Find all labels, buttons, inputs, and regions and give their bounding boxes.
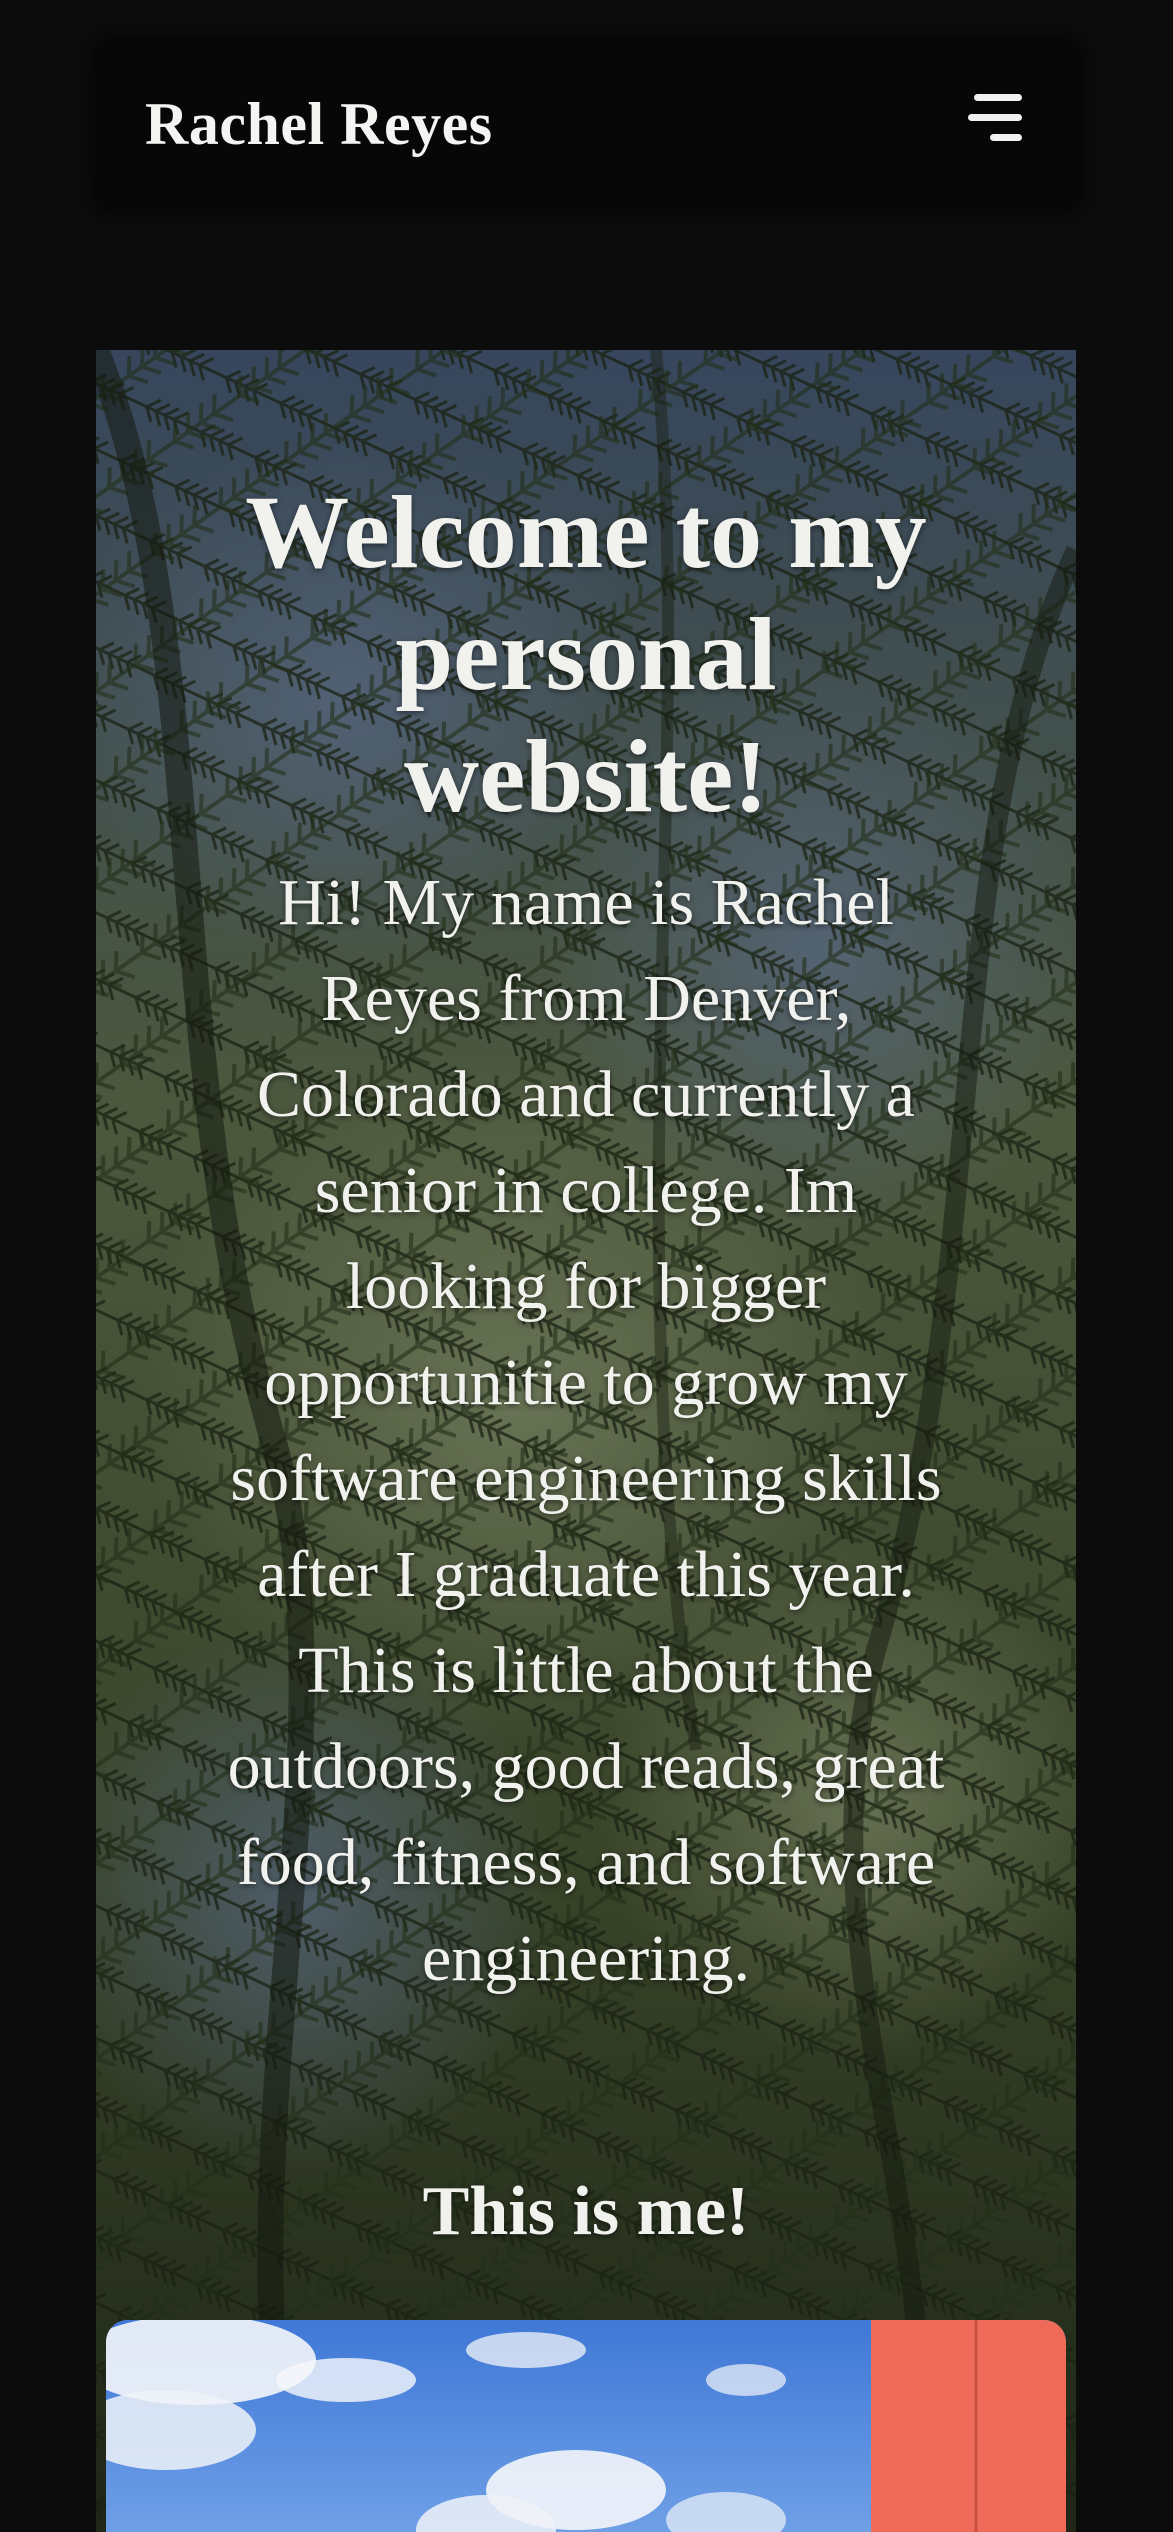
profile-photo (106, 2320, 1066, 2532)
menu-line-top (974, 94, 1022, 101)
hero-intro-text: Hi! My name is Rachel Reyes from Denver,… (227, 866, 945, 1995)
about-me-heading: This is me! (422, 2173, 750, 2250)
hamburger-menu-icon[interactable] (960, 88, 1030, 148)
menu-line-middle (968, 114, 1022, 121)
site-brand[interactable]: Rachel Reyes (145, 90, 493, 159)
menu-line-bottom (990, 134, 1022, 141)
navbar: Rachel Reyes (95, 40, 1080, 210)
hero-title: Welcome to my personal website! (245, 475, 927, 834)
hero-section: Welcome to my personal website! Hi! My n… (96, 350, 1076, 2532)
